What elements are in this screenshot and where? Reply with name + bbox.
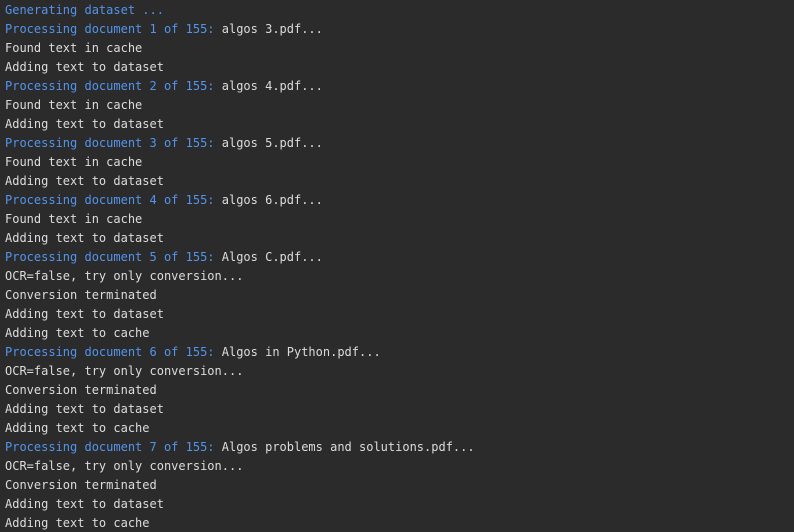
- console-line-text: algos 6.pdf...: [214, 193, 323, 207]
- console-line: Adding text to dataset: [5, 305, 794, 324]
- console-line-info: Processing document 4 of 155: algos 6.pd…: [5, 191, 794, 210]
- console-line-text: Conversion terminated: [5, 383, 157, 397]
- console-line-prefix: Processing document 1 of 155:: [5, 22, 215, 36]
- console-line-text: Found text in cache: [5, 41, 143, 55]
- console-line-text: Algos problems and solutions.pdf...: [214, 440, 475, 454]
- console-line-prefix: Processing document 2 of 155:: [5, 79, 215, 93]
- console-line: Adding text to cache: [5, 324, 794, 343]
- console-line-text: Adding text to cache: [5, 421, 150, 435]
- console-line-text: Found text in cache: [5, 212, 143, 226]
- console-line: Adding text to cache: [5, 514, 794, 532]
- console-line-text: Adding text to cache: [5, 516, 150, 530]
- console-line: Adding text to dataset: [5, 58, 794, 77]
- console-line: Adding text to dataset: [5, 495, 794, 514]
- console-line-prefix: Processing document 4 of 155:: [5, 193, 215, 207]
- console-line-text: Adding text to dataset: [5, 231, 164, 245]
- console-line-text: Adding text to dataset: [5, 117, 164, 131]
- console-line-text: Conversion terminated: [5, 478, 157, 492]
- console-line: Conversion terminated: [5, 476, 794, 495]
- console-line-text: algos 3.pdf...: [214, 22, 323, 36]
- console-line-text: algos 5.pdf...: [214, 136, 323, 150]
- console-line: Adding text to cache: [5, 419, 794, 438]
- console-line: Adding text to dataset: [5, 400, 794, 419]
- console-line-info: Processing document 5 of 155: Algos C.pd…: [5, 248, 794, 267]
- console-line-info: Processing document 2 of 155: algos 4.pd…: [5, 77, 794, 96]
- console-line-prefix: Processing document 6 of 155:: [5, 345, 215, 359]
- console-line-text: Adding text to dataset: [5, 60, 164, 74]
- console-line: OCR=false, try only conversion...: [5, 457, 794, 476]
- console-line-text: Conversion terminated: [5, 288, 157, 302]
- console-line-text: Adding text to dataset: [5, 174, 164, 188]
- console-line: Found text in cache: [5, 96, 794, 115]
- console-line: Found text in cache: [5, 39, 794, 58]
- console-line-prefix: Generating dataset ...: [5, 3, 164, 17]
- console-line-text: Found text in cache: [5, 98, 143, 112]
- console-line: Found text in cache: [5, 153, 794, 172]
- console-line: OCR=false, try only conversion...: [5, 267, 794, 286]
- console-output[interactable]: Generating dataset ... Processing documen…: [0, 0, 794, 532]
- console-line-text: Algos C.pdf...: [214, 250, 323, 264]
- console-line-text: Adding text to dataset: [5, 497, 164, 511]
- console-line-text: OCR=false, try only conversion...: [5, 459, 244, 473]
- console-line-text: OCR=false, try only conversion...: [5, 364, 244, 378]
- console-line-text: Adding text to dataset: [5, 307, 164, 321]
- console-line-text: Found text in cache: [5, 155, 143, 169]
- console-line-prefix: Processing document 3 of 155:: [5, 136, 215, 150]
- console-line: OCR=false, try only conversion...: [5, 362, 794, 381]
- console-line-text: OCR=false, try only conversion...: [5, 269, 244, 283]
- console-line-text: Adding text to dataset: [5, 402, 164, 416]
- console-line: Conversion terminated: [5, 381, 794, 400]
- console-line: Adding text to dataset: [5, 115, 794, 134]
- console-line: Conversion terminated: [5, 286, 794, 305]
- console-line-info: Generating dataset ...: [5, 1, 794, 20]
- console-line-text: Algos in Python.pdf...: [214, 345, 381, 359]
- console-line-info: Processing document 1 of 155: algos 3.pd…: [5, 20, 794, 39]
- console-line-text: algos 4.pdf...: [214, 79, 323, 93]
- console-line: Adding text to dataset: [5, 172, 794, 191]
- console-line-info: Processing document 3 of 155: algos 5.pd…: [5, 134, 794, 153]
- console-line-prefix: Processing document 5 of 155:: [5, 250, 215, 264]
- console-line: Adding text to dataset: [5, 229, 794, 248]
- console-line-info: Processing document 6 of 155: Algos in P…: [5, 343, 794, 362]
- console-line-info: Processing document 7 of 155: Algos prob…: [5, 438, 794, 457]
- console-line-text: Adding text to cache: [5, 326, 150, 340]
- console-line: Found text in cache: [5, 210, 794, 229]
- console-line-prefix: Processing document 7 of 155:: [5, 440, 215, 454]
